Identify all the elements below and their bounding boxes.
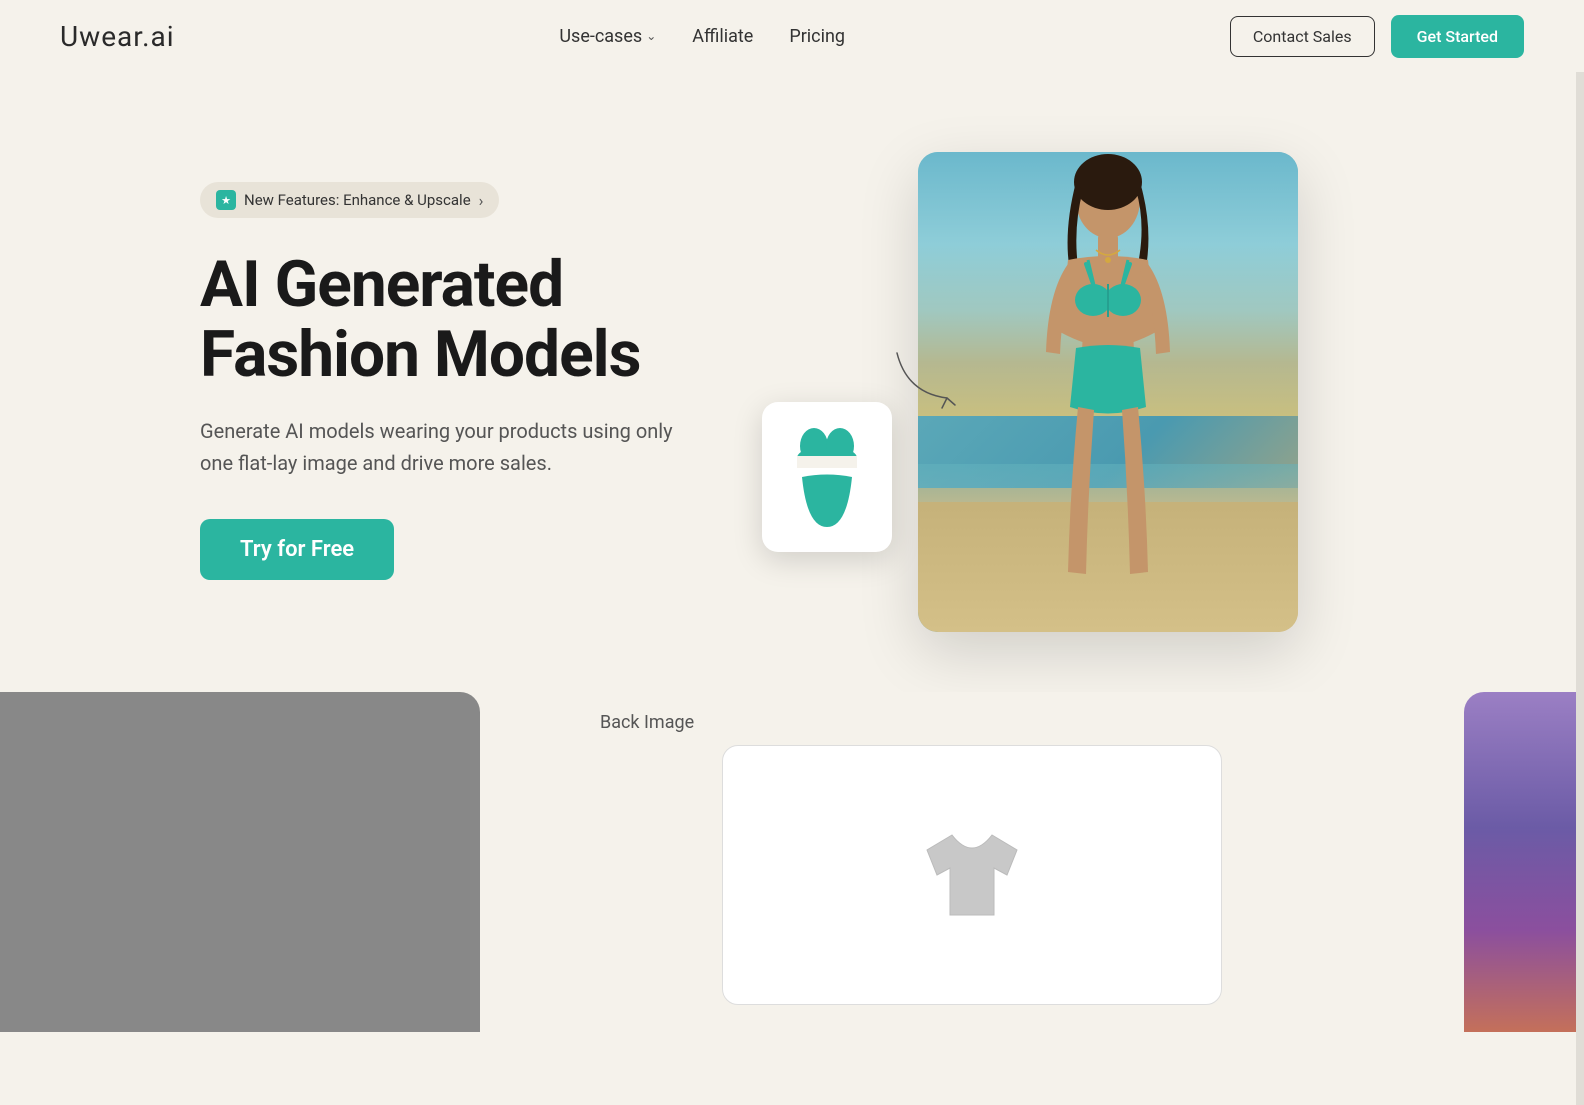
model-image (918, 152, 1298, 632)
header: Uwear.ai Use-cases ⌄ Affiliate Pricing C… (0, 0, 1584, 72)
feature-badge[interactable]: ★ New Features: Enhance & Upscale › (200, 182, 499, 218)
bottom-card-center: Back Image (480, 692, 1464, 1032)
hero-left: ★ New Features: Enhance & Upscale › AI G… (200, 152, 752, 580)
hero-title: AI Generated Fashion Models (200, 250, 752, 391)
nav-use-cases[interactable]: Use-cases ⌄ (559, 26, 656, 47)
chevron-right-icon: › (479, 191, 484, 210)
bottom-card-gray (0, 692, 480, 1032)
nav-actions: Contact Sales Get Started (1230, 15, 1524, 58)
nav-affiliate[interactable]: Affiliate (692, 26, 753, 47)
back-image-label: Back Image (600, 712, 694, 733)
try-for-free-button[interactable]: Try for Free (200, 519, 394, 580)
badge-icon: ★ (216, 190, 236, 210)
scrollbar[interactable] (1576, 0, 1584, 1105)
logo[interactable]: Uwear.ai (60, 20, 175, 53)
logo-text: Uwear.ai (60, 20, 175, 53)
badge-text: New Features: Enhance & Upscale (244, 191, 471, 209)
model-figure-svg (988, 152, 1228, 632)
navigation: Use-cases ⌄ Affiliate Pricing (559, 26, 845, 47)
bottom-card-purple (1464, 692, 1584, 1032)
arrow-curve (877, 333, 957, 417)
contact-sales-button[interactable]: Contact Sales (1230, 16, 1375, 57)
product-flatlay-card (762, 402, 892, 552)
hero-section: ★ New Features: Enhance & Upscale › AI G… (0, 72, 1584, 692)
hero-right (832, 152, 1384, 632)
swimsuit-icon (792, 428, 862, 527)
shirt-icon (912, 820, 1032, 930)
bottom-section: Back Image (0, 692, 1584, 1032)
get-started-button[interactable]: Get Started (1391, 15, 1524, 58)
chevron-down-icon: ⌄ (646, 29, 656, 43)
hero-subtitle: Generate AI models wearing your products… (200, 415, 680, 479)
shirt-preview-box (722, 745, 1222, 1005)
nav-pricing[interactable]: Pricing (789, 26, 845, 47)
